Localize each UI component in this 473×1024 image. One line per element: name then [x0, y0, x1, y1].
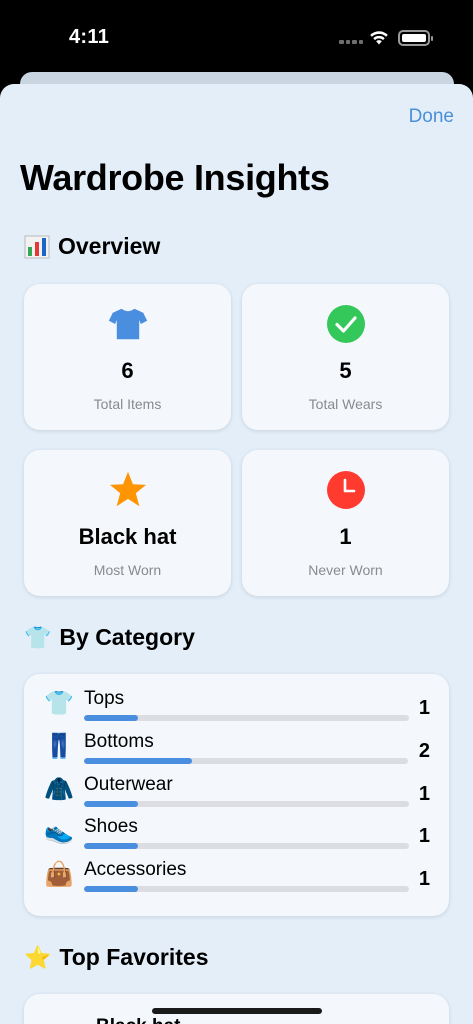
stat-card-total-wears: 5 Total Wears [242, 284, 449, 430]
stat-card-total-items: 6 Total Items [24, 284, 231, 430]
shoes-emoji-icon: 👟 [44, 818, 74, 845]
most-worn-value: Black hat [78, 524, 177, 549]
cellular-signal-icon [339, 40, 363, 46]
category-row-accessories: 👜 Accessories 1 [24, 859, 449, 899]
favorites-title: Top Favorites [59, 944, 209, 970]
category-progress-track [84, 886, 409, 892]
category-row-bottoms: 👖 Bottoms 2 [24, 731, 449, 771]
screen: 4:11 Done Wardrobe Insights Overview 6 T… [0, 0, 473, 1024]
home-indicator[interactable] [152, 1008, 322, 1014]
category-name: Accessories [84, 859, 187, 880]
category-progress-fill [84, 715, 138, 721]
wifi-icon [370, 31, 388, 45]
category-progress-track [84, 843, 409, 849]
category-name: Outerwear [84, 774, 173, 795]
accessories-emoji-icon: 👜 [44, 861, 74, 888]
category-name: Shoes [84, 816, 138, 837]
category-progress-track [84, 715, 409, 721]
battery-icon [398, 30, 433, 46]
category-count: 2 [418, 740, 430, 762]
favorites-section-header: ⭐️ Top Favorites [24, 944, 209, 971]
category-progress-fill [84, 843, 138, 849]
category-count: 1 [418, 697, 430, 719]
stat-card-most-worn: Black hat Most Worn [24, 450, 231, 596]
status-bar: 4:11 [0, 0, 473, 70]
stat-card-never-worn: 1 Never Worn [242, 450, 449, 596]
total-wears-label: Total Wears [308, 396, 383, 412]
total-items-value: 6 [121, 358, 134, 383]
overview-section-header: Overview [24, 233, 160, 260]
category-progress-track [84, 758, 408, 764]
category-title: By Category [59, 624, 195, 650]
category-count: 1 [418, 868, 430, 890]
category-progress-track [84, 801, 409, 807]
overview-title: Overview [58, 233, 161, 259]
outerwear-emoji-icon: 🧥 [44, 776, 74, 803]
status-time: 4:11 [69, 26, 110, 48]
category-count: 1 [418, 825, 430, 847]
category-row-tops: 👕 Tops 1 [24, 688, 449, 728]
total-wears-value: 5 [339, 358, 352, 383]
most-worn-label: Most Worn [93, 562, 162, 578]
bottoms-emoji-icon: 👖 [44, 733, 74, 760]
never-worn-value: 1 [339, 524, 352, 549]
category-list-card: 👕 Tops 1 👖 Bottoms 2 🧥 Outerwear 1 👟 Sho… [24, 674, 449, 916]
category-section-header: 👕 By Category [24, 624, 195, 651]
star-emoji-icon: ⭐️ [24, 944, 52, 970]
tshirt-emoji-icon: 👕 [24, 624, 52, 650]
category-name: Tops [84, 688, 125, 709]
category-progress-fill [84, 758, 192, 764]
category-row-outerwear: 🧥 Outerwear 1 [24, 774, 449, 814]
insights-sheet: Done Wardrobe Insights Overview 6 Total … [0, 84, 473, 1024]
page-title: Wardrobe Insights [20, 157, 330, 198]
favorite-item-name: Black hat [96, 1016, 180, 1024]
clock-icon [326, 470, 366, 510]
star-icon [108, 470, 148, 510]
category-progress-fill [84, 886, 138, 892]
never-worn-label: Never Worn [308, 562, 383, 578]
checkmark-circle-icon [326, 304, 366, 344]
bar-chart-icon [24, 235, 50, 258]
category-name: Bottoms [84, 731, 154, 752]
done-button[interactable]: Done [409, 106, 454, 128]
category-progress-fill [84, 801, 138, 807]
category-row-shoes: 👟 Shoes 1 [24, 816, 449, 856]
tshirt-icon [108, 304, 148, 344]
tops-emoji-icon: 👕 [44, 690, 74, 717]
total-items-label: Total Items [93, 396, 162, 412]
category-count: 1 [418, 783, 430, 805]
